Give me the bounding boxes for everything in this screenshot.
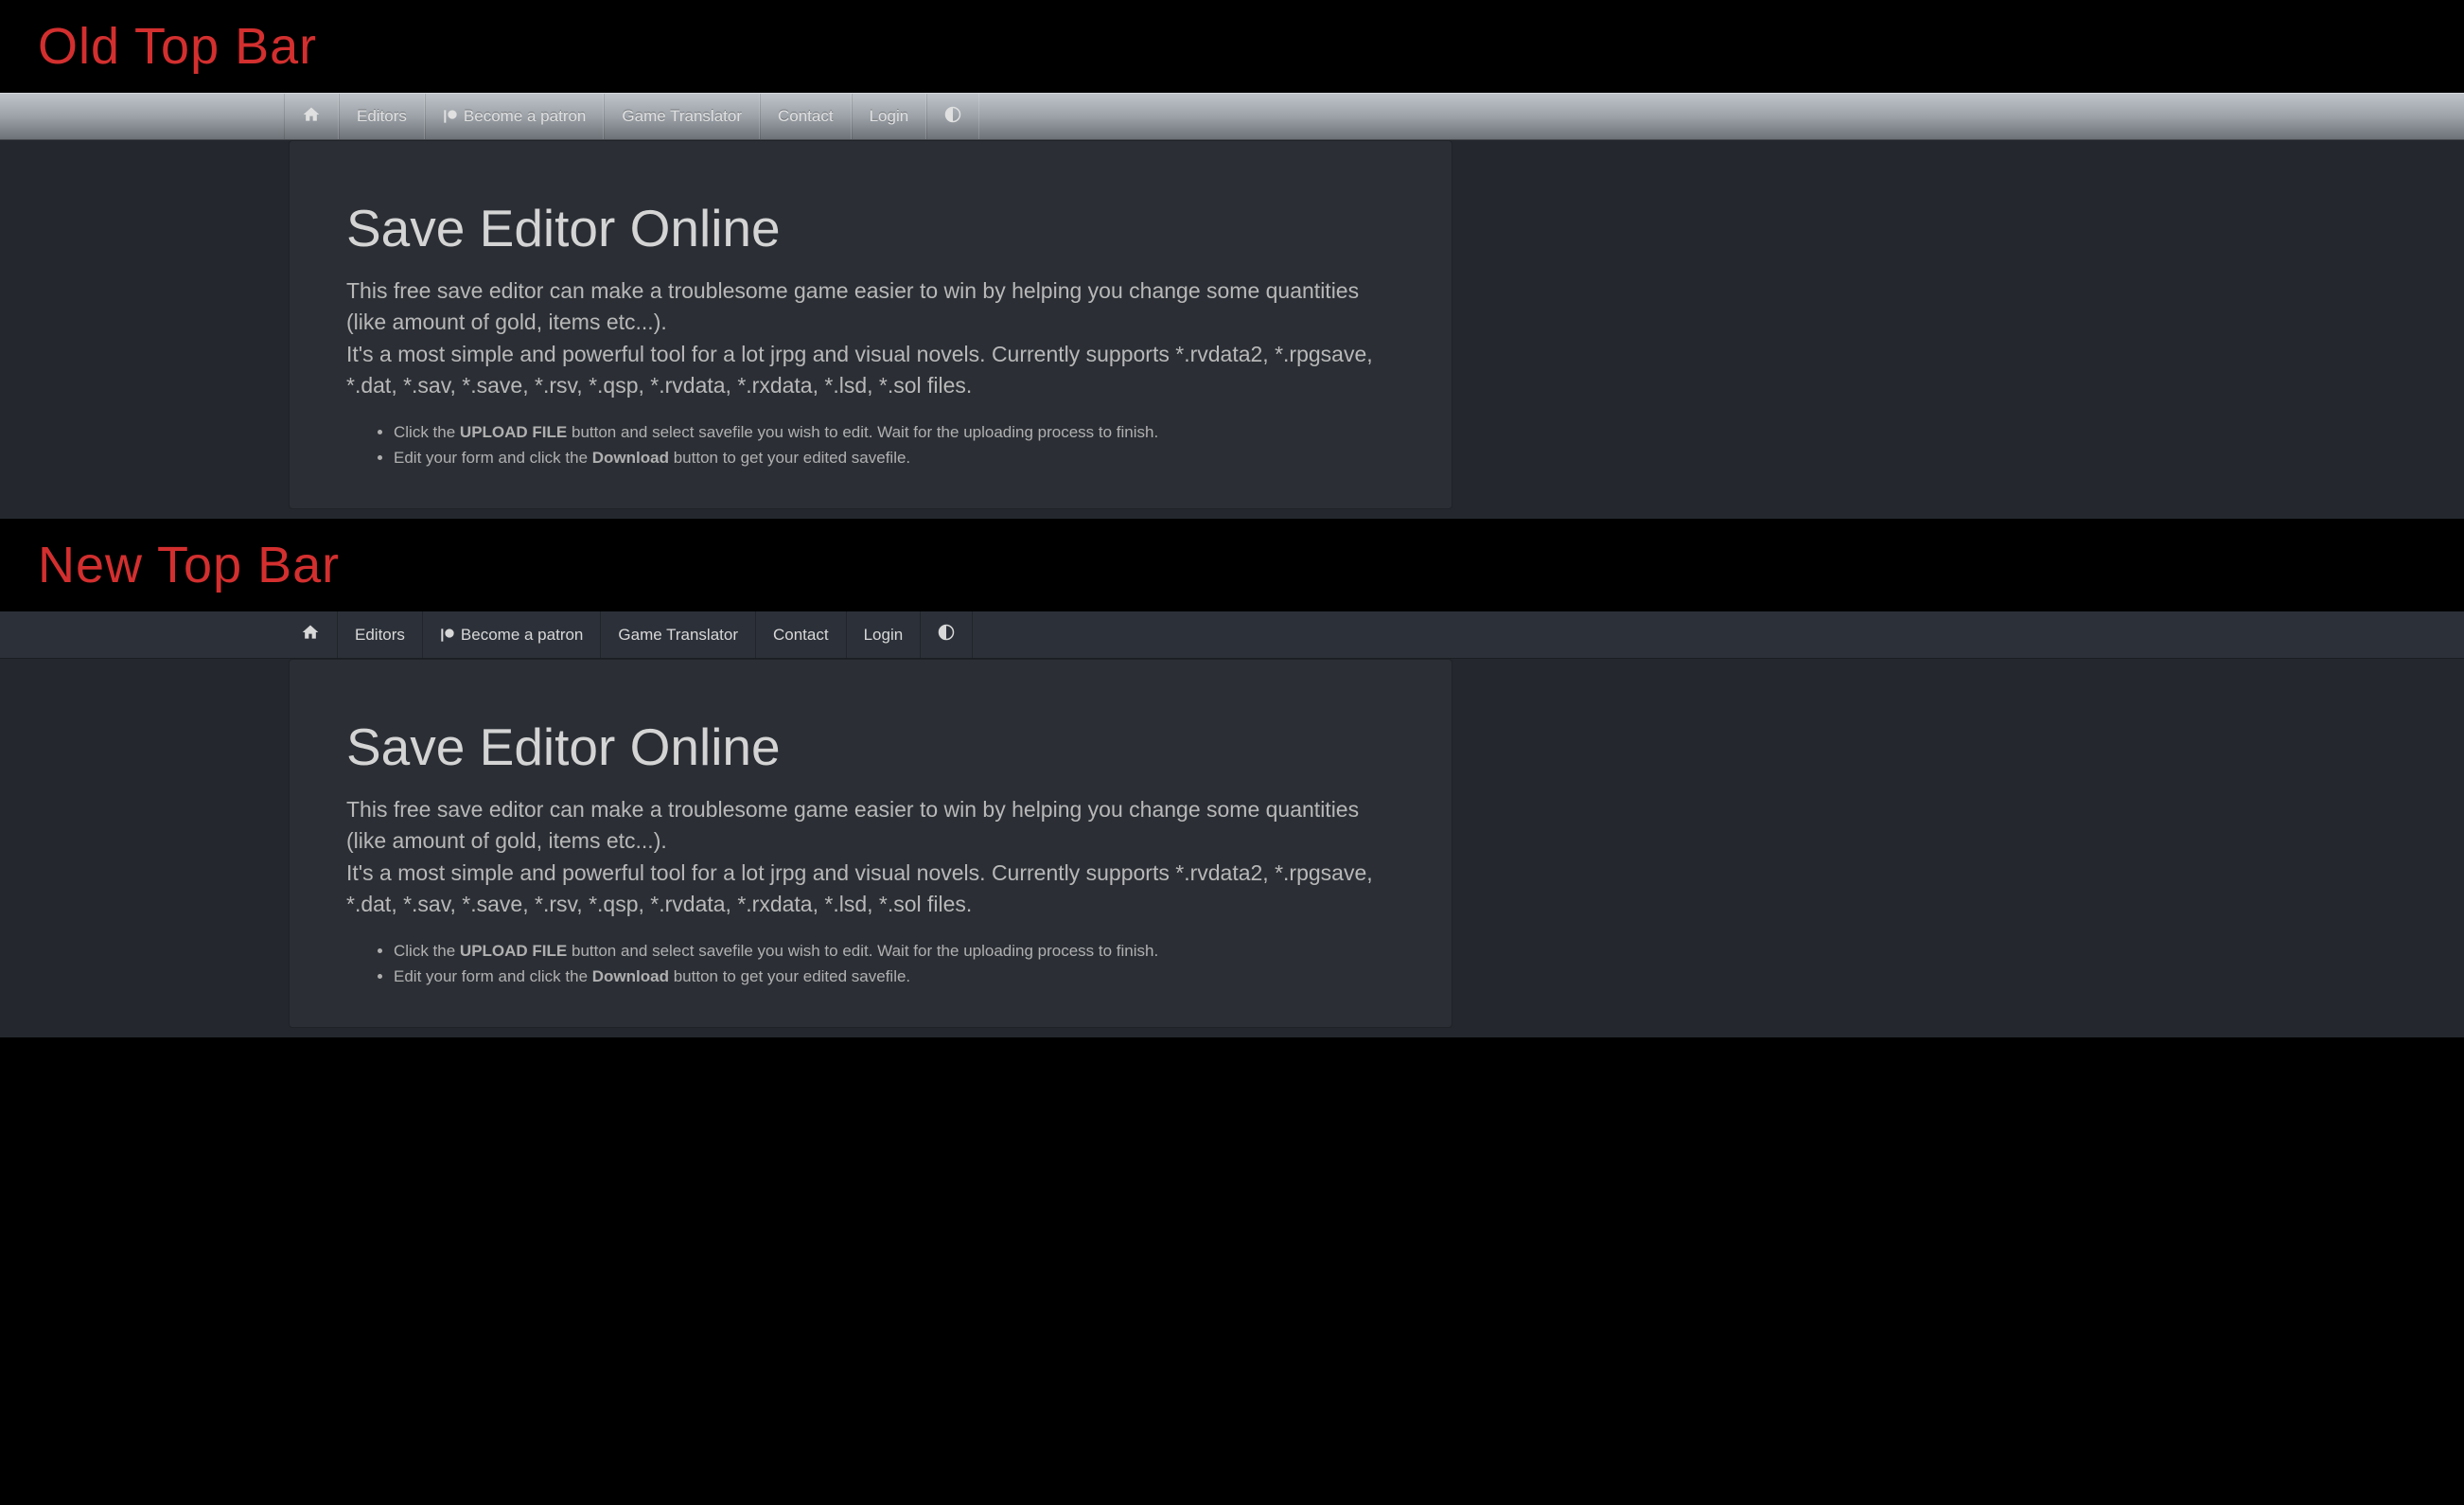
instructions-list: Click the UPLOAD FILE button and select … (346, 420, 1395, 470)
nav-theme-toggle[interactable] (921, 611, 973, 658)
instr1-pre: Click the (394, 423, 460, 441)
nav-theme-toggle[interactable] (926, 94, 979, 139)
desc-line2: It's a most simple and powerful tool for… (346, 860, 1373, 916)
nav-home[interactable] (284, 94, 339, 139)
new-top-bar-label: New Top Bar (0, 519, 2464, 611)
nav-login[interactable]: Login (847, 611, 922, 658)
instruction-item: Edit your form and click the Download bu… (394, 965, 1395, 989)
new-page-wrap: Save Editor Online This free save editor… (0, 659, 2464, 1037)
nav-contact[interactable]: Contact (756, 611, 847, 658)
instr1-post: button and select savefile you wish to e… (567, 942, 1158, 960)
nav-become-patron-label: Become a patron (464, 107, 586, 126)
instruction-item: Edit your form and click the Download bu… (394, 446, 1395, 470)
instruction-item: Click the UPLOAD FILE button and select … (394, 939, 1395, 964)
nav-contact[interactable]: Contact (760, 94, 852, 139)
page-title: Save Editor Online (346, 198, 1395, 258)
instr2-pre: Edit your form and click the (394, 967, 592, 985)
theme-toggle-icon (944, 106, 961, 128)
patreon-icon (440, 628, 455, 643)
nav-become-patron[interactable]: Become a patron (425, 94, 604, 139)
old-page-wrap: Save Editor Online This free save editor… (0, 140, 2464, 519)
nav-game-translator[interactable]: Game Translator (604, 94, 760, 139)
instr1-bold: UPLOAD FILE (460, 942, 567, 960)
instr1-post: button and select savefile you wish to e… (567, 423, 1158, 441)
instr2-pre: Edit your form and click the (394, 449, 592, 467)
desc-line1: This free save editor can make a trouble… (346, 797, 1359, 853)
instruction-item: Click the UPLOAD FILE button and select … (394, 420, 1395, 445)
page-description: This free save editor can make a trouble… (346, 275, 1395, 401)
navbar-old: Editors Become a patron Game Translator … (0, 93, 2464, 140)
patreon-icon (443, 109, 458, 124)
navbar-new: Editors Become a patron Game Translator … (0, 611, 2464, 659)
content-panel-old: Save Editor Online This free save editor… (289, 140, 1452, 509)
nav-become-patron-label: Become a patron (461, 626, 583, 645)
instr1-bold: UPLOAD FILE (460, 423, 567, 441)
nav-game-translator[interactable]: Game Translator (601, 611, 756, 658)
page-title: Save Editor Online (346, 717, 1395, 777)
page-description: This free save editor can make a trouble… (346, 794, 1395, 920)
home-icon (301, 623, 320, 646)
content-panel-new: Save Editor Online This free save editor… (289, 659, 1452, 1028)
home-icon (302, 105, 321, 129)
desc-line2: It's a most simple and powerful tool for… (346, 342, 1373, 398)
instr1-pre: Click the (394, 942, 460, 960)
instr2-bold: Download (592, 967, 669, 985)
theme-toggle-icon (938, 624, 955, 646)
nav-editors[interactable]: Editors (339, 94, 425, 139)
instr2-post: button to get your edited savefile. (669, 449, 910, 467)
instr2-bold: Download (592, 449, 669, 467)
nav-become-patron[interactable]: Become a patron (423, 611, 601, 658)
desc-line1: This free save editor can make a trouble… (346, 278, 1359, 334)
nav-login[interactable]: Login (852, 94, 927, 139)
instructions-list: Click the UPLOAD FILE button and select … (346, 939, 1395, 989)
instr2-post: button to get your edited savefile. (669, 967, 910, 985)
old-top-bar-label: Old Top Bar (0, 0, 2464, 93)
nav-home[interactable] (284, 611, 338, 658)
nav-editors[interactable]: Editors (338, 611, 423, 658)
